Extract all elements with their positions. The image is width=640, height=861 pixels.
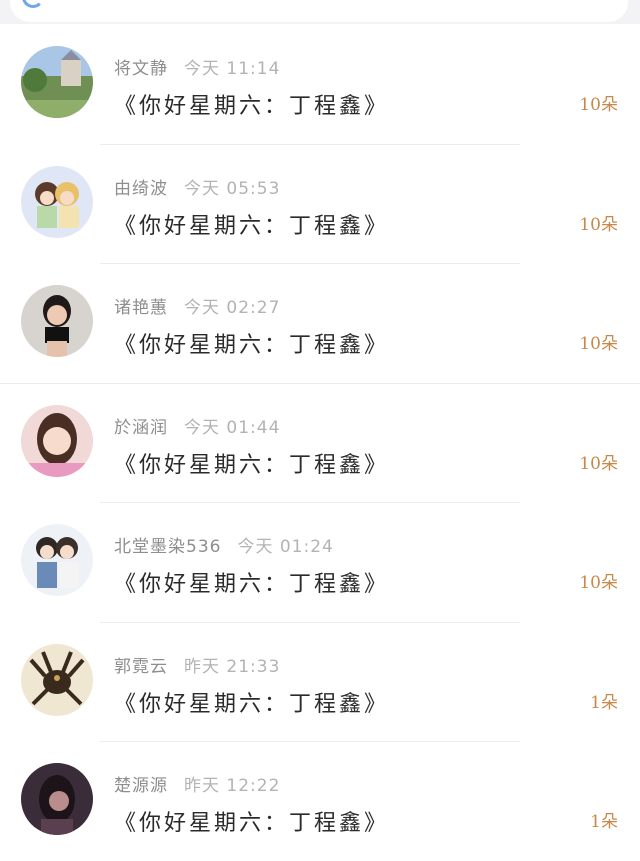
flower-count: 10朵 bbox=[579, 214, 618, 235]
timestamp: 今天 11:14 bbox=[184, 59, 281, 79]
flower-count: 10朵 bbox=[579, 453, 618, 474]
sender-name-text: 将文静 bbox=[114, 59, 168, 79]
list-item[interactable]: 诸艳蕙 今天 02:27 《你好星期六：丁程鑫》 10朵 bbox=[0, 263, 640, 383]
sender-name: 北堂墨染536 今天 01:24 bbox=[114, 532, 334, 557]
avatar[interactable] bbox=[21, 165, 93, 238]
flower-count: 10朵 bbox=[579, 573, 618, 593]
gift-title: 《你好星期六：丁程鑫》 bbox=[114, 811, 390, 836]
divider bbox=[100, 502, 520, 503]
sender-name: 诸艳蕙 今天 02:27 bbox=[114, 293, 280, 318]
divider bbox=[0, 382, 640, 384]
timestamp: 今天 01:24 bbox=[237, 537, 334, 557]
gift-title: 《你好星期六：丁程鑫》 bbox=[114, 213, 390, 239]
timestamp: 今天 01:44 bbox=[184, 417, 281, 438]
flower-count: 1朵 bbox=[590, 692, 618, 713]
sender-name: 将文静 今天 11:14 bbox=[114, 54, 280, 79]
sender-name-text: 楚源源 bbox=[114, 776, 168, 796]
sender-name: 於涵润 今天 01:44 bbox=[114, 413, 280, 438]
flower-count: 10朵 bbox=[579, 95, 618, 115]
sender-name-text: 由绮波 bbox=[114, 178, 168, 199]
gift-title: 《你好星期六：丁程鑫》 bbox=[114, 94, 390, 119]
divider bbox=[100, 741, 520, 742]
avatar[interactable] bbox=[21, 763, 93, 835]
divider bbox=[100, 263, 520, 264]
timestamp: 今天 05:53 bbox=[184, 178, 281, 199]
avatar[interactable] bbox=[21, 46, 93, 118]
sender-name-text: 诸艳蕙 bbox=[114, 298, 168, 318]
divider bbox=[100, 143, 520, 145]
timestamp: 昨天 21:33 bbox=[184, 656, 281, 677]
sender-name: 郭霓云 昨天 21:33 bbox=[114, 652, 280, 677]
top-bar bbox=[0, 0, 640, 24]
gift-title: 《你好星期六：丁程鑫》 bbox=[114, 452, 390, 478]
avatar[interactable] bbox=[21, 404, 93, 477]
flower-count: 10朵 bbox=[579, 334, 618, 354]
list-item[interactable]: 郭霓云 昨天 21:33 《你好星期六：丁程鑫》 1朵 bbox=[0, 621, 640, 741]
gift-record-list: 将文静 今天 11:14 《你好星期六：丁程鑫》 10朵 由绮波 今天 05:53 … bbox=[0, 24, 640, 861]
timestamp: 今天 02:27 bbox=[184, 298, 281, 318]
list-item[interactable]: 於涵润 今天 01:44 《你好星期六：丁程鑫》 10朵 bbox=[0, 382, 640, 502]
sender-name: 由绮波 今天 05:53 bbox=[114, 174, 280, 199]
gift-title: 《你好星期六：丁程鑫》 bbox=[114, 572, 390, 597]
avatar[interactable] bbox=[21, 285, 93, 357]
list-item[interactable]: 楚源源 昨天 12:22 《你好星期六：丁程鑫》 1朵 bbox=[0, 741, 640, 861]
sender-name-text: 郭霓云 bbox=[114, 656, 168, 677]
avatar[interactable] bbox=[21, 643, 93, 716]
sender-name-text: 於涵润 bbox=[114, 417, 168, 438]
list-item[interactable]: 由绮波 今天 05:53 《你好星期六：丁程鑫》 10朵 bbox=[0, 143, 640, 263]
gift-title: 《你好星期六：丁程鑫》 bbox=[114, 691, 390, 717]
gift-title: 《你好星期六：丁程鑫》 bbox=[114, 333, 390, 358]
sender-name: 楚源源 昨天 12:22 bbox=[114, 771, 280, 796]
flower-count: 1朵 bbox=[590, 812, 618, 832]
avatar[interactable] bbox=[21, 524, 93, 596]
timestamp: 昨天 12:22 bbox=[184, 776, 281, 796]
search-bar[interactable] bbox=[10, 0, 628, 22]
divider bbox=[100, 621, 520, 623]
list-item[interactable]: 将文静 今天 11:14 《你好星期六：丁程鑫》 10朵 bbox=[0, 24, 640, 144]
list-item[interactable]: 北堂墨染536 今天 01:24 《你好星期六：丁程鑫》 10朵 bbox=[0, 502, 640, 622]
sender-name-text: 北堂墨染536 bbox=[114, 537, 222, 557]
